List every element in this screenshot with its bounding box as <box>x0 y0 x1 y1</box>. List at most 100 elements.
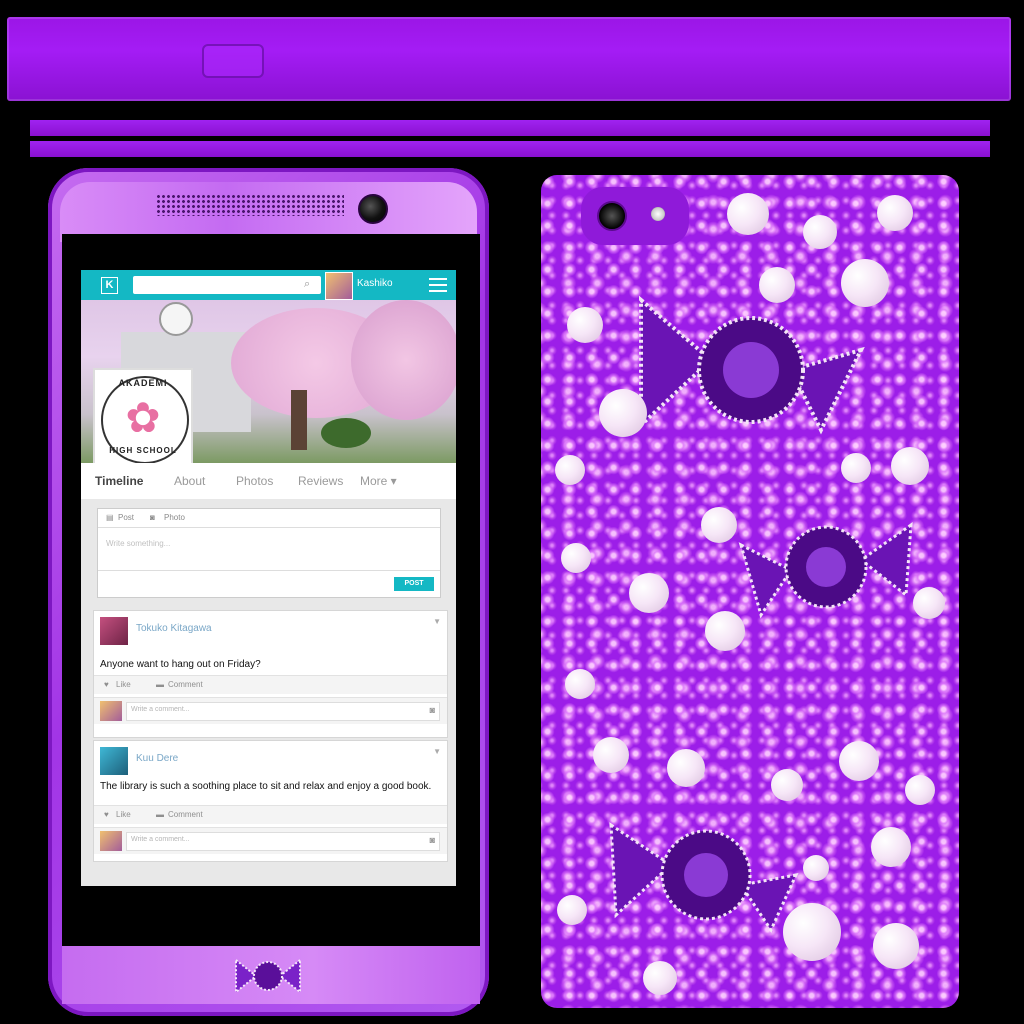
pearl <box>873 923 919 969</box>
comment-button[interactable]: Comment <box>168 680 203 689</box>
pearl <box>905 775 935 805</box>
phone-side-strip-2 <box>30 141 990 157</box>
candy-gem <box>738 521 913 619</box>
tab-about[interactable]: About <box>174 474 205 488</box>
cherry-tree <box>351 300 456 420</box>
profile-tabs: Timeline About Photos Reviews More ▾ <box>81 463 456 499</box>
pearl <box>593 737 629 773</box>
pearl <box>759 267 795 303</box>
phone-back-case <box>541 175 959 1008</box>
pearl <box>561 543 591 573</box>
pearl <box>913 587 945 619</box>
composer-placeholder: Write something... <box>106 539 171 548</box>
pearl <box>705 611 745 651</box>
pearl <box>701 507 737 543</box>
bush <box>321 418 371 448</box>
pearl <box>841 453 871 483</box>
side-button <box>202 44 264 78</box>
camera-icon[interactable]: ◙ <box>150 513 155 522</box>
avatar[interactable] <box>325 272 353 300</box>
badge-top-text: AKADEMI <box>118 378 168 388</box>
menu-icon[interactable] <box>429 278 447 292</box>
pearl <box>555 455 585 485</box>
heart-icon[interactable]: ♥ <box>104 810 109 819</box>
feed-post: Tokuko Kitagawa ▼ Anyone want to hang ou… <box>93 610 448 738</box>
pearl <box>727 193 769 235</box>
comment-placeholder: Write a comment... <box>131 836 190 843</box>
camera-icon[interactable]: ◙ <box>430 835 435 845</box>
app-logo-icon[interactable]: K <box>101 277 118 294</box>
post-actions: ♥ Like ▬ Comment <box>94 805 447 824</box>
pearl <box>841 259 889 307</box>
tab-reviews[interactable]: Reviews <box>298 474 343 488</box>
tree-trunk <box>291 390 307 450</box>
post-composer: ▤ Post ◙ Photo Write something... POST <box>97 508 441 598</box>
candy-logo-icon <box>235 957 301 995</box>
comment-input[interactable]: Write a comment... ◙ <box>126 832 440 851</box>
heart-icon[interactable]: ♥ <box>104 680 109 689</box>
post-text: Anyone want to hang out on Friday? <box>100 659 261 670</box>
like-button[interactable]: Like <box>116 680 131 689</box>
comment-row: Write a comment... ◙ <box>94 697 447 724</box>
comment-icon[interactable]: ▬ <box>156 680 164 689</box>
pearl <box>871 827 911 867</box>
search-icon[interactable]: ⌕ <box>304 277 318 291</box>
comment-input[interactable]: Write a comment... ◙ <box>126 702 440 721</box>
avatar <box>100 831 122 851</box>
author-avatar[interactable] <box>100 617 128 645</box>
post-text: The library is such a soothing place to … <box>100 781 432 792</box>
author-name[interactable]: Kuu Dere <box>136 753 178 764</box>
author-avatar[interactable] <box>100 747 128 775</box>
comment-row: Write a comment... ◙ <box>94 827 447 854</box>
school-badge: AKADEMI ✿ HIGH SCHOOL <box>93 368 193 468</box>
pearl <box>643 961 677 995</box>
clock-tower <box>159 302 193 336</box>
rear-camera-icon <box>597 201 627 231</box>
tab-timeline[interactable]: Timeline <box>95 474 143 488</box>
phone-side-strip-top <box>7 17 1011 101</box>
pearl <box>839 741 879 781</box>
post-option-icon[interactable]: ▤ <box>106 513 114 522</box>
composer-textarea[interactable] <box>98 527 440 571</box>
pearl <box>877 195 913 231</box>
flash-icon <box>651 207 665 221</box>
search-input[interactable]: ⌕ <box>133 276 321 294</box>
post-option[interactable]: Post <box>118 513 134 522</box>
sakura-icon: ✿ <box>125 394 161 441</box>
front-camera-icon <box>358 194 388 224</box>
pearl <box>667 749 705 787</box>
feed-post: Kuu Dere ▼ The library is such a soothin… <box>93 740 448 862</box>
username[interactable]: Kashiko <box>357 278 393 289</box>
photo-option[interactable]: Photo <box>164 513 185 522</box>
badge-bottom-text: HIGH SCHOOL <box>109 446 177 455</box>
candy-gem <box>609 822 799 934</box>
pearl <box>557 895 587 925</box>
post-button[interactable]: POST <box>394 577 434 591</box>
camera-icon[interactable]: ◙ <box>430 705 435 715</box>
pearl <box>567 307 603 343</box>
post-actions: ♥ Like ▬ Comment <box>94 675 447 694</box>
avatar <box>100 701 122 721</box>
pearl <box>599 389 647 437</box>
pearl <box>629 573 669 613</box>
speaker-grille <box>156 194 344 216</box>
pearl <box>803 855 829 881</box>
chevron-down-icon[interactable]: ▼ <box>433 747 441 756</box>
pearl <box>565 669 595 699</box>
pearl <box>771 769 803 801</box>
pearl <box>891 447 929 485</box>
comment-button[interactable]: Comment <box>168 810 203 819</box>
chevron-down-icon[interactable]: ▼ <box>433 617 441 626</box>
app-topbar: K ⌕ Kashiko <box>81 270 456 300</box>
comment-icon[interactable]: ▬ <box>156 810 164 819</box>
tab-photos[interactable]: Photos <box>236 474 273 488</box>
pearl <box>783 903 841 961</box>
tab-more[interactable]: More ▾ <box>360 474 397 488</box>
social-app: K ⌕ Kashiko AKADEMI ✿ HIGH SCHOOL Timeli… <box>81 270 456 886</box>
pearl <box>803 215 837 249</box>
phone-side-strip-1 <box>30 120 990 136</box>
candy-gem <box>639 295 865 435</box>
author-name[interactable]: Tokuko Kitagawa <box>136 623 212 634</box>
comment-placeholder: Write a comment... <box>131 706 190 713</box>
like-button[interactable]: Like <box>116 810 131 819</box>
